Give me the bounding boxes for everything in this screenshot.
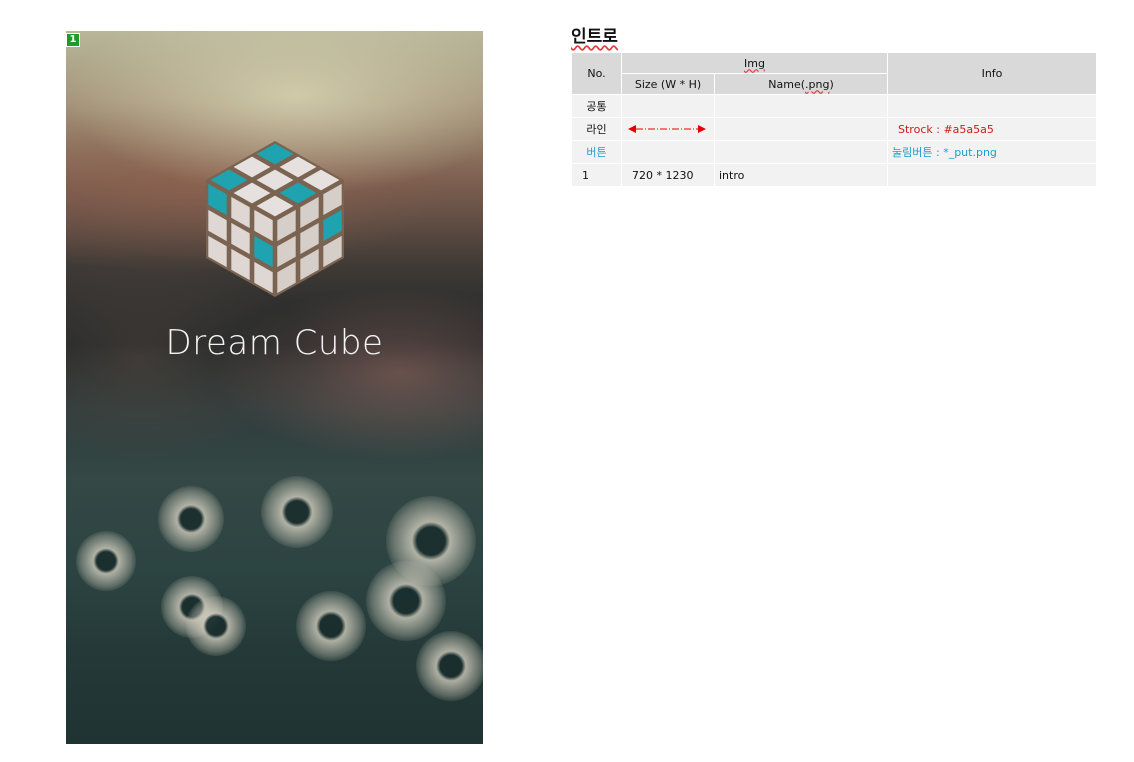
line-info: Strock : #a5a5a5 xyxy=(887,117,1098,141)
flower-bokeh xyxy=(366,561,446,641)
screen-number-badge: 1 xyxy=(66,33,80,47)
header-img: Img xyxy=(620,52,889,74)
header-img-label: Img xyxy=(744,56,765,70)
header-no: No. xyxy=(571,52,622,95)
flower-bokeh xyxy=(296,591,366,661)
header-info: Info xyxy=(887,52,1098,95)
line-sample xyxy=(621,117,715,141)
table-row: 1 720 * 1230 intro xyxy=(571,163,1098,187)
row-no: 1 xyxy=(571,163,622,187)
brand-title: Dream Cube xyxy=(165,323,384,363)
row-name: intro xyxy=(713,163,889,187)
intro-screen-mockup: Dream Cube xyxy=(66,31,483,744)
spec-table: No. Img Info Size (W * H) Name(.png) 공통 … xyxy=(571,52,1098,187)
table-row: 공통 xyxy=(571,94,1098,118)
flower-bokeh xyxy=(261,476,333,548)
header-name-ext: .png xyxy=(805,77,830,91)
row-no: 공통 xyxy=(571,94,622,118)
flower-bokeh xyxy=(76,531,136,591)
flower-bokeh xyxy=(158,486,224,552)
cube-logo-icon xyxy=(206,141,344,297)
button-info: 눌림버튼 : *_put.png xyxy=(887,140,1098,164)
table-row: 버튼 눌림버튼 : *_put.png xyxy=(571,140,1098,164)
flower-bokeh xyxy=(186,596,246,656)
page-title: 인트로 xyxy=(571,27,618,47)
row-size: 720 * 1230 xyxy=(621,163,715,187)
double-arrow-icon xyxy=(628,125,706,133)
row-no: 라인 xyxy=(571,117,622,141)
header-name: Name(.png) xyxy=(713,73,889,95)
row-no: 버튼 xyxy=(571,140,622,164)
flower-bokeh xyxy=(416,631,483,701)
header-size: Size (W * H) xyxy=(621,73,715,95)
table-row: 라인 Strock : #a5a5a5 xyxy=(571,117,1098,141)
